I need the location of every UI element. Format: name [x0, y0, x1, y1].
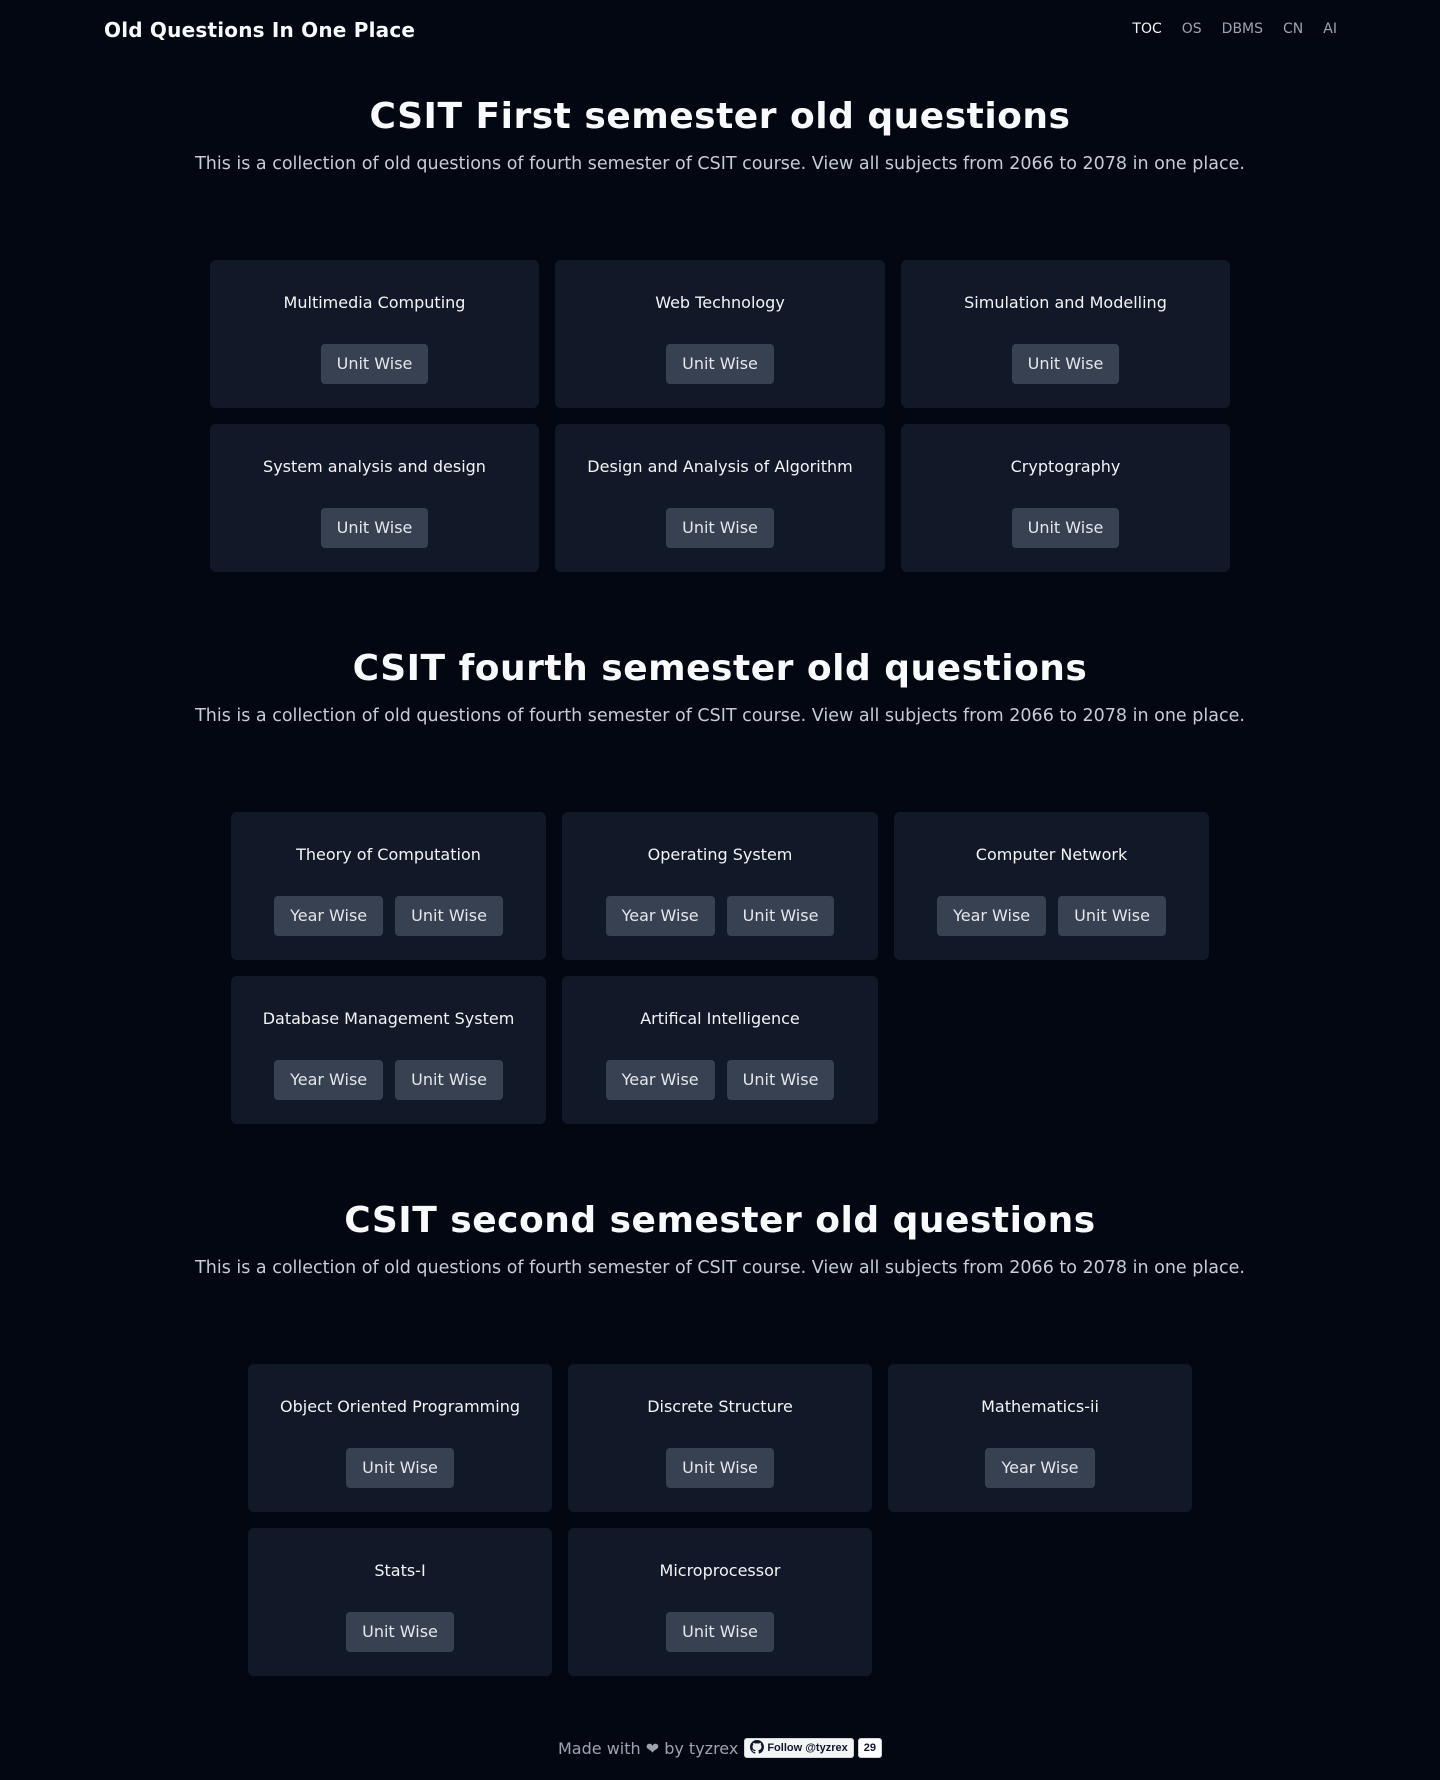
subject-title: Simulation and Modelling [964, 293, 1167, 312]
subject-title: Discrete Structure [647, 1397, 793, 1416]
unit-wise-button[interactable]: Unit Wise [1011, 344, 1120, 384]
navbar: Old Questions In One Place TOC OS DBMS C… [0, 0, 1440, 60]
section-title: CSIT fourth semester old questions [352, 648, 1088, 689]
subject-title: Object Oriented Programming [280, 1397, 520, 1416]
subject-card: Computer Network Year Wise Unit Wise [894, 812, 1209, 960]
unit-wise-button[interactable]: Unit Wise [726, 896, 835, 936]
year-wise-button[interactable]: Year Wise [937, 896, 1047, 936]
button-row: Unit Wise [555, 508, 885, 548]
button-row: Year Wise Unit Wise [231, 896, 546, 936]
subject-title: Operating System [647, 845, 793, 864]
unit-wise-button[interactable]: Unit Wise [666, 1612, 774, 1652]
button-row: Unit Wise [568, 1612, 872, 1652]
github-icon [750, 1739, 765, 1757]
subject-title: Web Technology [655, 293, 785, 312]
subject-title: Design and Analysis of Algorithm [587, 457, 853, 476]
subject-card: System analysis and design Unit Wise [210, 424, 539, 572]
subject-title: Microprocessor [659, 1561, 781, 1580]
subject-title: Computer Network [975, 845, 1128, 864]
subject-card: Mathematics-ii Year Wise [888, 1364, 1192, 1512]
github-follow-badge: Follow @tyzrex 29 [744, 1738, 882, 1758]
subject-title: Multimedia Computing [283, 293, 466, 312]
button-row: Year Wise Unit Wise [562, 1060, 878, 1100]
subject-title: Mathematics-ii [981, 1397, 1099, 1416]
button-row: Unit Wise [248, 1612, 552, 1652]
year-wise-button[interactable]: Year Wise [605, 1060, 715, 1100]
footer-credit: Made with ❤ by tyzrex [558, 1738, 739, 1758]
button-row: Unit Wise [568, 1448, 872, 1488]
nav-link-ai[interactable]: AI [1323, 21, 1337, 37]
github-follower-count[interactable]: 29 [857, 1738, 882, 1758]
nav-link-dbms[interactable]: DBMS [1222, 21, 1263, 37]
subject-card: Design and Analysis of Algorithm Unit Wi… [555, 424, 885, 572]
unit-wise-button[interactable]: Unit Wise [346, 1612, 454, 1652]
subject-title: Artifical Intelligence [640, 1009, 800, 1028]
unit-wise-button[interactable]: Unit Wise [346, 1448, 454, 1488]
unit-wise-button[interactable]: Unit Wise [320, 508, 429, 548]
subject-card: Database Management System Year Wise Uni… [231, 976, 546, 1124]
brand-title[interactable]: Old Questions In One Place [104, 18, 415, 42]
subject-card: Discrete Structure Unit Wise [568, 1364, 872, 1512]
year-wise-button[interactable]: Year Wise [605, 896, 715, 936]
button-row: Year Wise Unit Wise [231, 1060, 546, 1100]
unit-wise-button[interactable]: Unit Wise [666, 344, 774, 384]
subject-title: Theory of Computation [296, 845, 481, 864]
button-row: Unit Wise [555, 344, 885, 384]
year-wise-button[interactable]: Year Wise [985, 1448, 1095, 1488]
subject-card: Web Technology Unit Wise [555, 260, 885, 408]
github-follow-label: Follow @tyzrex [767, 1742, 848, 1754]
unit-wise-button[interactable]: Unit Wise [1058, 896, 1166, 936]
section-description: This is a collection of old questions of… [195, 154, 1245, 174]
subject-card: Artifical Intelligence Year Wise Unit Wi… [562, 976, 878, 1124]
year-wise-button[interactable]: Year Wise [274, 896, 384, 936]
subject-title: Cryptography [1010, 457, 1121, 476]
section-title: CSIT second semester old questions [344, 1200, 1096, 1241]
nav-link-toc[interactable]: TOC [1132, 21, 1161, 37]
section-description: This is a collection of old questions of… [195, 706, 1245, 726]
subject-card: Simulation and Modelling Unit Wise [901, 260, 1230, 408]
section-description: This is a collection of old questions of… [195, 1258, 1245, 1278]
nav-link-cn[interactable]: CN [1283, 21, 1303, 37]
button-row: Year Wise [888, 1448, 1192, 1488]
subject-card: Object Oriented Programming Unit Wise [248, 1364, 552, 1512]
nav-links: TOC OS DBMS CN AI [1132, 21, 1337, 37]
unit-wise-button[interactable]: Unit Wise [395, 896, 503, 936]
button-row: Unit Wise [210, 508, 539, 548]
subject-card: Stats-I Unit Wise [248, 1528, 552, 1676]
footer: Made with ❤ by tyzrex Follow @tyzrex 29 [0, 1738, 1440, 1758]
button-row: Year Wise Unit Wise [562, 896, 878, 936]
year-wise-button[interactable]: Year Wise [274, 1060, 384, 1100]
github-follow-button[interactable]: Follow @tyzrex [744, 1738, 854, 1758]
subject-card: Multimedia Computing Unit Wise [210, 260, 539, 408]
subject-card: Operating System Year Wise Unit Wise [562, 812, 878, 960]
nav-link-os[interactable]: OS [1182, 21, 1202, 37]
subject-card: Microprocessor Unit Wise [568, 1528, 872, 1676]
section-title: CSIT First semester old questions [369, 96, 1071, 137]
button-row: Unit Wise [901, 508, 1230, 548]
button-row: Unit Wise [248, 1448, 552, 1488]
button-row: Year Wise Unit Wise [894, 896, 1209, 936]
button-row: Unit Wise [901, 344, 1230, 384]
unit-wise-button[interactable]: Unit Wise [320, 344, 429, 384]
unit-wise-button[interactable]: Unit Wise [1011, 508, 1120, 548]
button-row: Unit Wise [210, 344, 539, 384]
unit-wise-button[interactable]: Unit Wise [666, 1448, 774, 1488]
unit-wise-button[interactable]: Unit Wise [726, 1060, 835, 1100]
subject-title: Stats-I [374, 1561, 426, 1580]
unit-wise-button[interactable]: Unit Wise [666, 508, 774, 548]
subject-title: System analysis and design [263, 457, 486, 476]
subject-title: Database Management System [262, 1009, 515, 1028]
subject-card: Theory of Computation Year Wise Unit Wis… [231, 812, 546, 960]
subject-card: Cryptography Unit Wise [901, 424, 1230, 572]
unit-wise-button[interactable]: Unit Wise [395, 1060, 503, 1100]
